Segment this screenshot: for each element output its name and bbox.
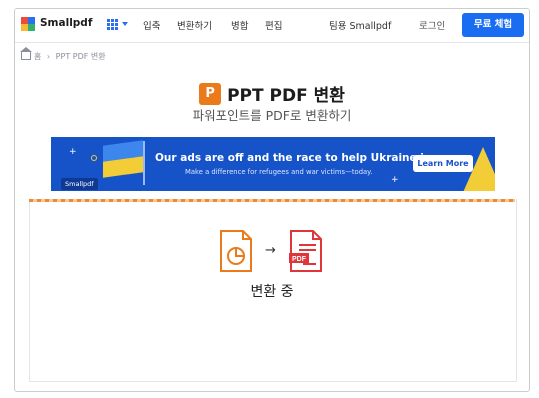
nav-compress[interactable]: 입축 [143, 18, 160, 32]
free-trial-button[interactable]: 무료 체험 [462, 13, 524, 37]
page-subtitle: 파워포인트를 PDF로 변환하기 [192, 108, 352, 123]
smallpdf-logo-icon[interactable] [21, 17, 35, 31]
breadcrumb: 홈 › PPT PDF 변환 [20, 47, 106, 62]
page-title: PPT PDF 변환 [227, 86, 345, 106]
powerpoint-icon: P [199, 82, 222, 105]
ukraine-ad-banner[interactable]: + + Smallpdf Our ads are off and the rac… [51, 137, 495, 191]
sparkle-icon: + [69, 147, 77, 157]
conversion-status: 변환 중 [250, 284, 294, 300]
nav-convert[interactable]: 변환하기 [177, 18, 212, 32]
chevron-down-icon [122, 22, 128, 26]
app-window: Smallpdf 입축 변환하기 병합 편집 팀용 Smallpdf 로그인 무… [14, 8, 530, 392]
home-icon[interactable] [20, 47, 32, 60]
breadcrumb-current: PPT PDF 변환 [55, 52, 106, 61]
nav-merge[interactable]: 병합 [231, 18, 248, 32]
ukraine-flag-icon [103, 140, 143, 178]
banner-subline: Make a difference for refugees and war v… [185, 168, 373, 176]
tools-menu-grid-icon[interactable] [107, 17, 129, 33]
login-link[interactable]: 로그인 [419, 18, 445, 32]
breadcrumb-home[interactable]: 홈 [34, 52, 41, 61]
nav-team[interactable]: 팀용 Smallpdf [329, 18, 391, 32]
pdf-file-icon: PDF [289, 230, 322, 272]
nav-edit[interactable]: 편집 [265, 18, 282, 32]
brand-name[interactable]: Smallpdf [40, 17, 92, 29]
corner-decoration [461, 147, 495, 191]
page-title-row: P PPT PDF 변환 [15, 81, 529, 106]
breadcrumb-separator: › [46, 52, 51, 61]
pdf-label: PDF [292, 256, 307, 263]
progress-bar [29, 199, 515, 202]
top-header: Smallpdf 입축 변환하기 병합 편집 팀용 Smallpdf 로그인 무… [15, 9, 529, 43]
circle-decoration-icon [91, 155, 97, 161]
sparkle-icon: + [391, 175, 399, 185]
ppt-file-icon [220, 230, 252, 272]
arrow-right-icon: → [265, 243, 276, 258]
banner-headline: Our ads are off and the race to help Ukr… [155, 152, 449, 164]
banner-brand-badge: Smallpdf [61, 178, 98, 190]
flagpole-icon [143, 141, 145, 185]
